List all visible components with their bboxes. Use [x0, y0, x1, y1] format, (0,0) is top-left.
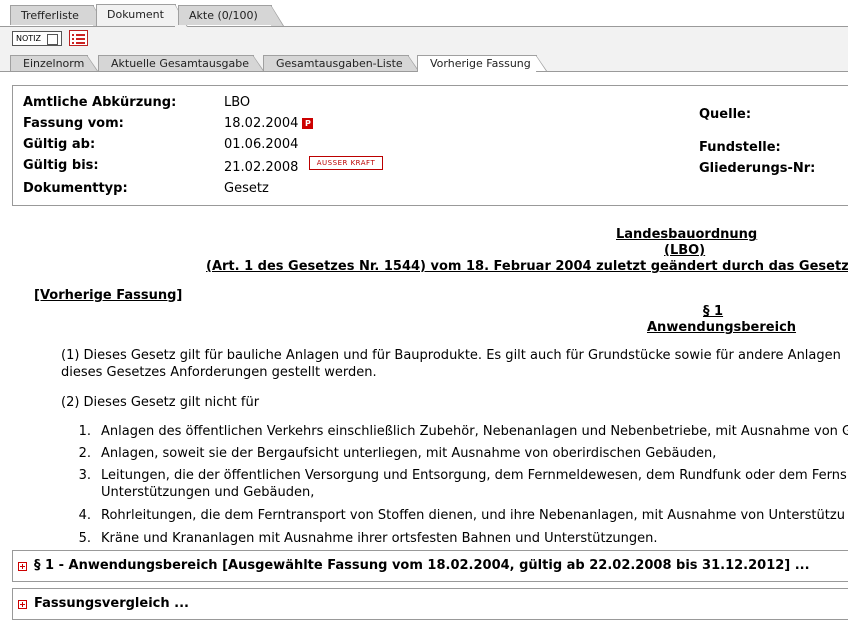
paragraph-title: Anwendungsbereich [647, 320, 797, 335]
expand-plus-icon[interactable] [18, 562, 27, 571]
fassung-value: 18.02.2004 [224, 116, 299, 131]
abk-value: LBO [224, 95, 251, 110]
tab-gesamtausgaben-liste[interactable]: Gesamtausgaben-Liste [263, 55, 419, 71]
fassung-label: Fassung vom: [23, 116, 124, 131]
doctype-label: Dokumenttyp: [23, 181, 128, 196]
doctype-value: Gesetz [224, 181, 269, 196]
list-item-number: 2. [78, 446, 91, 461]
gueltig-ab-label: Gültig ab: [23, 137, 96, 152]
section-fassungsvergleich[interactable]: Fassungsvergleich ... [12, 588, 848, 620]
list-item: Anlagen, soweit sie der Bergaufsicht unt… [101, 446, 717, 461]
vorherige-fassung-link[interactable]: [Vorherige Fassung] [34, 288, 182, 303]
section-label: Fassungsvergleich ... [34, 596, 189, 611]
tab-label: Aktuelle Gesamtausgabe [111, 57, 250, 70]
list-item: Leitungen, die der öffentlichen Versorgu… [101, 468, 847, 483]
abk-label: Amtliche Abkürzung: [23, 95, 177, 110]
list-item-continuation: Unterstützungen und Gebäuden, [101, 485, 315, 500]
paragraph-sign: § 1 [703, 304, 724, 319]
list-item-number: 3. [78, 468, 91, 483]
ausser-kraft-badge: AUSSER KRAFT [309, 156, 383, 170]
list-item: Rohrleitungen, die dem Ferntransport von… [101, 508, 845, 523]
tab-akte[interactable]: Akte (0/100) [178, 5, 284, 26]
tab-vorherige-fassung[interactable]: Vorherige Fassung [417, 55, 547, 72]
law-title: Landesbauordnung [616, 227, 758, 242]
notiz-label: NOTIZ [16, 34, 42, 43]
list-item: Kräne und Krananlagen mit Ausnahme ihrer… [101, 531, 658, 546]
tab-einzelnorm[interactable]: Einzelnorm [10, 55, 98, 71]
list-item: Anlagen des öffentlichen Verkehrs einsch… [101, 424, 848, 439]
law-abbreviation: (LBO) [664, 243, 706, 258]
tab-label: Trefferliste [21, 9, 79, 22]
tab-label: Einzelnorm [23, 57, 85, 70]
gueltig-ab-value: 01.06.2004 [224, 137, 299, 152]
list-item-number: 4. [78, 508, 91, 523]
tab-aktuelle-gesamtausgabe[interactable]: Aktuelle Gesamtausgabe [98, 55, 264, 71]
gueltig-bis-value: 21.02.2008 [224, 160, 299, 175]
notiz-button[interactable]: NOTIZ [12, 31, 62, 46]
quelle-label: Quelle: [699, 107, 752, 122]
law-subtitle: (Art. 1 des Gesetzes Nr. 1544) vom 18. F… [206, 259, 848, 274]
tab-label: Gesamtausgaben-Liste [276, 57, 403, 70]
document-metadata: Amtliche Abkürzung: LBO Fassung vom: 18.… [12, 85, 848, 206]
tab-label: Akte (0/100) [189, 9, 258, 22]
expand-plus-icon[interactable] [18, 600, 27, 609]
notiz-checkbox[interactable] [47, 34, 58, 45]
tab-label: Dokument [107, 8, 164, 21]
tab-trefferliste[interactable]: Trefferliste [10, 5, 106, 26]
absatz-1-line-2: dieses Gesetzes Anforderungen gestellt w… [61, 365, 377, 380]
absatz-2: (2) Dieses Gesetz gilt nicht für [61, 395, 260, 410]
section-paragraph-1[interactable]: § 1 - Anwendungsbereich [Ausgewählte Fas… [12, 550, 848, 582]
absatz-1-line-1: (1) Dieses Gesetz gilt für bauliche Anla… [61, 348, 841, 363]
toolbar: NOTIZ [0, 27, 848, 51]
sub-tab-bar: Einzelnorm Aktuelle Gesamtausgabe Gesamt… [0, 51, 848, 72]
tab-dokument[interactable]: Dokument [96, 4, 188, 27]
pdf-icon[interactable]: P [302, 118, 314, 129]
list-icon[interactable] [69, 30, 88, 46]
section-label: § 1 - Anwendungsbereich [Ausgewählte Fas… [34, 558, 810, 573]
fassung-value-group: 18.02.2004 P [224, 116, 314, 131]
top-tab-bar: Trefferliste Dokument Akte (0/100) [0, 0, 848, 27]
gliederung-label: Gliederungs-Nr: [699, 161, 816, 176]
tab-label: Vorherige Fassung [430, 57, 531, 70]
gueltig-bis-label: Gültig bis: [23, 158, 99, 173]
list-item-number: 1. [78, 424, 91, 439]
fundstelle-label: Fundstelle: [699, 140, 781, 155]
list-item-number: 5. [78, 531, 91, 546]
